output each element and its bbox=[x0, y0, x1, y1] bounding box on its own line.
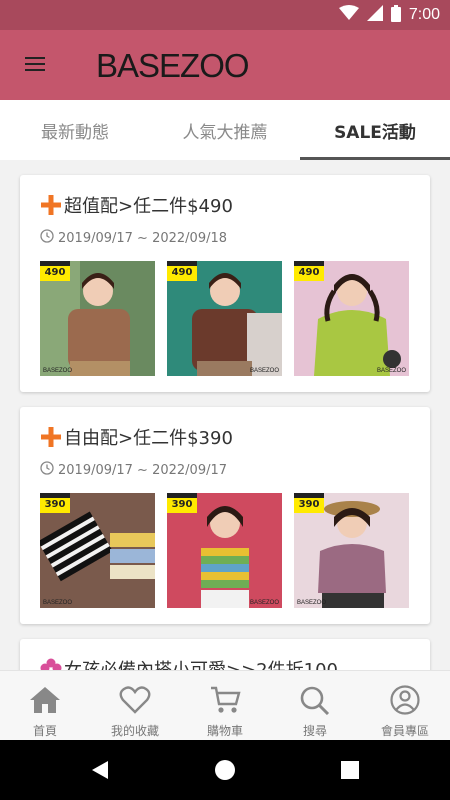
nav-home[interactable]: 首頁 bbox=[0, 671, 90, 740]
recents-button[interactable] bbox=[340, 760, 360, 784]
brand-watermark: BASEZOO bbox=[43, 600, 73, 606]
product-thumbnail[interactable]: 390 BASEZOO bbox=[167, 493, 282, 608]
clock-icon bbox=[40, 229, 54, 247]
price-badge: 390 bbox=[40, 493, 70, 513]
user-icon bbox=[389, 685, 421, 719]
price-badge: 490 bbox=[167, 261, 197, 281]
tab-bar: 最新動態 人氣大推薦 SALE活動 bbox=[0, 100, 450, 160]
tab-sale[interactable]: SALE活動 bbox=[300, 100, 450, 160]
nav-home-label: 首頁 bbox=[32, 724, 57, 738]
plus-icon bbox=[40, 194, 62, 216]
bottom-navigation: 首頁 我的收藏 購物車 搜尋 會員專區 bbox=[0, 670, 450, 740]
product-thumbnail[interactable]: 490 BASEZOO bbox=[294, 261, 409, 376]
plus-icon bbox=[40, 426, 62, 448]
promo-card[interactable]: 女孩必備內搭小可愛>>2件折100 bbox=[20, 639, 430, 670]
promo-title: 超值配>任二件$490 bbox=[64, 196, 233, 217]
brand-watermark: BASEZOO bbox=[43, 368, 73, 374]
status-bar: 7:00 bbox=[0, 0, 450, 30]
nav-favorites[interactable]: 我的收藏 bbox=[90, 671, 180, 740]
wifi-icon bbox=[338, 5, 359, 25]
promo-title: 女孩必備內搭小可愛>>2件折100 bbox=[64, 656, 338, 670]
nav-cart[interactable]: 購物車 bbox=[180, 671, 270, 740]
back-button[interactable] bbox=[90, 759, 110, 785]
cart-icon bbox=[209, 685, 241, 719]
nav-favorites-label: 我的收藏 bbox=[110, 724, 159, 738]
price-badge: 490 bbox=[294, 261, 324, 281]
app-logo: BASEZOO bbox=[96, 47, 250, 84]
home-button[interactable] bbox=[214, 759, 236, 785]
nav-search[interactable]: 搜尋 bbox=[270, 671, 360, 740]
price-badge: 390 bbox=[167, 493, 197, 513]
system-nav-buttons bbox=[0, 740, 450, 800]
hamburger-icon bbox=[25, 56, 45, 76]
promo-title: 自由配>任二件$390 bbox=[64, 428, 233, 449]
promo-list: 超值配>任二件$490 2019/09/17 ~ 2022/09/18 490 … bbox=[0, 160, 450, 670]
tab-popular[interactable]: 人氣大推薦 bbox=[150, 100, 300, 160]
battery-icon bbox=[390, 4, 401, 26]
price-badge: 390 bbox=[294, 493, 324, 513]
brand-watermark: BASEZOO bbox=[297, 600, 327, 606]
nav-member-label: 會員專區 bbox=[380, 724, 429, 738]
product-thumbnail[interactable]: 490 BASEZOO bbox=[40, 261, 155, 376]
product-thumbnail[interactable]: 390 BASEZOO bbox=[40, 493, 155, 608]
signal-icon bbox=[366, 5, 383, 25]
status-time: 7:00 bbox=[408, 6, 440, 23]
flower-icon bbox=[40, 658, 62, 670]
home-icon bbox=[29, 685, 61, 719]
nav-search-label: 搜尋 bbox=[302, 724, 327, 738]
menu-button[interactable] bbox=[14, 45, 56, 87]
brand-watermark: BASEZOO bbox=[376, 368, 406, 374]
promo-card[interactable]: 自由配>任二件$390 2019/09/17 ~ 2022/09/17 390 … bbox=[20, 407, 430, 624]
nav-cart-label: 購物車 bbox=[206, 724, 243, 738]
promo-card[interactable]: 超值配>任二件$490 2019/09/17 ~ 2022/09/18 490 … bbox=[20, 175, 430, 392]
tab-latest-news[interactable]: 最新動態 bbox=[0, 100, 150, 160]
promo-date: 2019/09/17 ~ 2022/09/18 bbox=[58, 230, 228, 246]
product-thumbnail[interactable]: 390 BASEZOO bbox=[294, 493, 409, 608]
brand-watermark: BASEZOO bbox=[249, 600, 279, 606]
app-bar: BASEZOO bbox=[0, 30, 450, 100]
heart-icon bbox=[119, 685, 151, 719]
product-thumbnail[interactable]: 490 BASEZOO bbox=[167, 261, 282, 376]
nav-member[interactable]: 會員專區 bbox=[360, 671, 450, 740]
clock-icon bbox=[40, 461, 54, 479]
brand-watermark: BASEZOO bbox=[249, 368, 279, 374]
price-badge: 490 bbox=[40, 261, 70, 281]
promo-date: 2019/09/17 ~ 2022/09/17 bbox=[58, 462, 228, 478]
search-icon bbox=[299, 685, 331, 719]
